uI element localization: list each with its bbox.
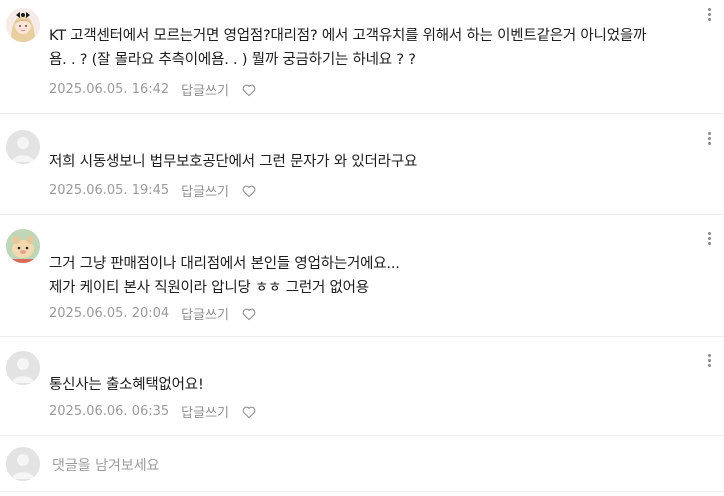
default-profile-icon <box>6 447 40 481</box>
reply-button[interactable]: 답글쓰기 <box>181 402 229 421</box>
more-options-button[interactable] <box>702 228 716 248</box>
more-vertical-icon <box>707 131 711 145</box>
more-options-button[interactable] <box>702 4 716 24</box>
comment-line: KT 고객센터에서 모르는거면 영업점?대리점? 에서 고객유치를 위해서 하는… <box>49 28 647 44</box>
avatar[interactable] <box>6 8 40 42</box>
heart-icon[interactable] <box>241 404 257 420</box>
reply-button[interactable]: 답글쓰기 <box>181 80 229 99</box>
default-profile-icon <box>6 351 40 385</box>
comment-meta: 2025.06.05. 16:42 답글쓰기 <box>49 80 257 99</box>
comment-date: 2025.06.06. 06:35 <box>49 404 170 419</box>
more-vertical-icon <box>707 7 711 21</box>
comment-input-row[interactable]: 댓글을 남겨보세요 <box>0 440 724 488</box>
comment-line: 통신사는 출소혜택없어요! <box>49 377 204 393</box>
heart-icon[interactable] <box>241 183 257 199</box>
comment-meta: 2025.06.06. 06:35 답글쓰기 <box>49 402 257 421</box>
comment-meta: 2025.06.05. 20:04 답글쓰기 <box>49 304 257 323</box>
comment-input[interactable]: 댓글을 남겨보세요 <box>52 455 160 475</box>
comment-line: 제가 케이티 본사 직원이라 압니당 ㅎㅎ 그런거 없어용 <box>49 280 369 296</box>
comment-line: 그거 그냥 판매점이나 대리점에서 본인들 영업하는거에요... <box>49 256 400 272</box>
more-vertical-icon <box>707 353 711 367</box>
plush-toy-avatar-image <box>6 229 40 263</box>
comment-date: 2025.06.05. 19:45 <box>49 183 170 198</box>
comment-text: 저희 시동생보니 법무보호공단에서 그런 문자가 와 있더라구요 <box>49 150 684 174</box>
comment-text: KT 고객센터에서 모르는거면 영업점?대리점? 에서 고객유치를 위해서 하는… <box>49 24 684 72</box>
comment-item: 저희 시동생보니 법무보호공단에서 그런 문자가 와 있더라구요 2025.06… <box>0 114 724 212</box>
avatar[interactable] <box>6 130 40 164</box>
more-options-button[interactable] <box>702 350 716 370</box>
comment-meta: 2025.06.05. 19:45 답글쓰기 <box>49 181 257 200</box>
reply-button[interactable]: 답글쓰기 <box>181 304 229 323</box>
avatar <box>6 447 40 481</box>
heart-icon[interactable] <box>241 82 257 98</box>
more-options-button[interactable] <box>702 128 716 148</box>
divider <box>0 435 724 436</box>
illustrated-girl-avatar-image <box>6 8 40 42</box>
default-profile-icon <box>6 130 40 164</box>
comment-item: KT 고객센터에서 모르는거면 영업점?대리점? 에서 고객유치를 위해서 하는… <box>0 0 724 110</box>
reply-button[interactable]: 답글쓰기 <box>181 181 229 200</box>
avatar[interactable] <box>6 229 40 263</box>
comment-item: 통신사는 출소혜택없어요! 2025.06.06. 06:35 답글쓰기 <box>0 337 724 433</box>
comment-line: 저희 시동생보니 법무보호공단에서 그런 문자가 와 있더라구요 <box>49 154 418 170</box>
comment-text: 그거 그냥 판매점이나 대리점에서 본인들 영업하는거에요... 제가 케이티 … <box>49 252 684 300</box>
comment-date: 2025.06.05. 20:04 <box>49 306 170 321</box>
heart-icon[interactable] <box>241 306 257 322</box>
comment-text: 통신사는 출소혜택없어요! <box>49 373 684 397</box>
avatar[interactable] <box>6 351 40 385</box>
comment-date: 2025.06.05. 16:42 <box>49 82 170 97</box>
comment-line: 욤. . ? (잘 몰라요 추측이에욤. . ) 뭘까 궁금하기는 하네요 ? … <box>49 52 416 68</box>
comment-item: 그거 그냥 판매점이나 대리점에서 본인들 영업하는거에요... 제가 케이티 … <box>0 215 724 335</box>
divider <box>0 491 724 492</box>
more-vertical-icon <box>707 231 711 245</box>
